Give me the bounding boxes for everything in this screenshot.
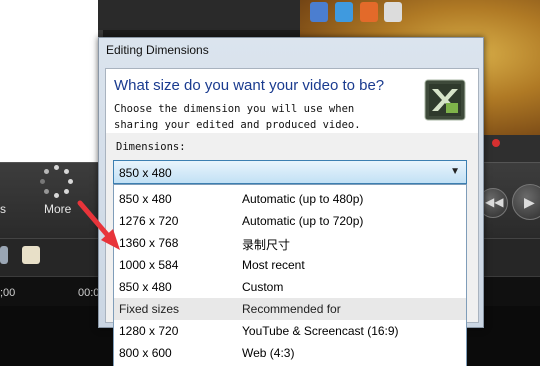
dialog-question: What size do you want your video to be? — [114, 77, 385, 94]
option-size: 1000 x 584 — [119, 258, 179, 272]
dropdown-section-header: Fixed sizes Recommended for — [114, 298, 466, 320]
dialog-description: Choose the dimension you will use when s… — [114, 103, 361, 131]
option-size: 1280 x 720 — [119, 324, 179, 338]
dropdown-option[interactable]: 850 x 480 Automatic (up to 480p) — [114, 188, 466, 210]
dimensions-selected-value: 850 x 480 — [119, 166, 172, 180]
option-size: 800 x 600 — [119, 346, 172, 360]
option-size: 850 x 480 — [119, 192, 172, 206]
section-header-fixed-sizes: Fixed sizes — [119, 302, 180, 316]
option-description: 录制尺寸 — [242, 238, 291, 252]
clipboard-icon[interactable] — [22, 246, 40, 264]
dropdown-option[interactable]: 1360 x 768 录制尺寸 — [114, 232, 466, 254]
dropdown-option[interactable]: 1276 x 720 Automatic (up to 720p) — [114, 210, 466, 232]
timeline-tool-icon[interactable] — [0, 246, 8, 264]
dropdown-option[interactable]: 850 x 480 Custom — [114, 276, 466, 298]
option-description: Most recent — [242, 258, 305, 272]
play-button[interactable]: ▶ — [512, 184, 540, 220]
dimensions-label: Dimensions: — [116, 141, 186, 153]
ruler-time: 00:0 — [78, 287, 100, 299]
rewind-icon: ◀◀ — [485, 195, 504, 209]
option-description: Web (4:3) — [242, 346, 295, 360]
dropdown-option[interactable]: 1000 x 584 Most recent — [114, 254, 466, 276]
option-description: Automatic (up to 480p) — [242, 192, 364, 206]
dimensions-select[interactable]: 850 x 480 ▼ — [113, 160, 467, 184]
preview-control-bar — [480, 135, 540, 162]
dropdown-option[interactable]: 800 x 600 Web (4:3) — [114, 342, 466, 364]
ruler-time: ;00 — [0, 287, 16, 299]
dropdown-caret-icon[interactable]: ▼ — [450, 166, 460, 177]
dropdown-option[interactable]: 1280 x 720 YouTube & Screencast (16:9) — [114, 320, 466, 342]
desktop-icon — [310, 2, 328, 22]
dialog-header: What size do you want your video to be? … — [106, 69, 478, 133]
background-panel — [0, 0, 98, 162]
dimensions-dropdown-list: 850 x 480 Automatic (up to 480p) 1276 x … — [113, 184, 467, 366]
play-icon: ▶ — [524, 194, 535, 210]
option-description: Custom — [242, 280, 284, 294]
desktop-icon — [335, 2, 353, 22]
option-size: 1360 x 768 — [119, 236, 179, 250]
more-button-label[interactable]: More — [44, 202, 71, 216]
option-size: 1276 x 720 — [119, 214, 179, 228]
option-size: 850 x 480 — [119, 280, 172, 294]
section-header-recommended-for: Recommended for — [242, 302, 341, 316]
more-icon[interactable] — [40, 165, 74, 199]
desktop-icon — [360, 2, 378, 22]
camtasia-logo-icon — [424, 79, 466, 121]
desktop-icon — [384, 2, 402, 22]
background-dark-area — [98, 0, 300, 30]
option-description: Automatic (up to 720p) — [242, 214, 364, 228]
dialog-title: Editing Dimensions — [106, 43, 209, 57]
option-description: YouTube & Screencast (16:9) — [242, 324, 399, 338]
record-indicator-icon — [492, 139, 500, 147]
toolbar-cut-label: s — [0, 202, 6, 216]
